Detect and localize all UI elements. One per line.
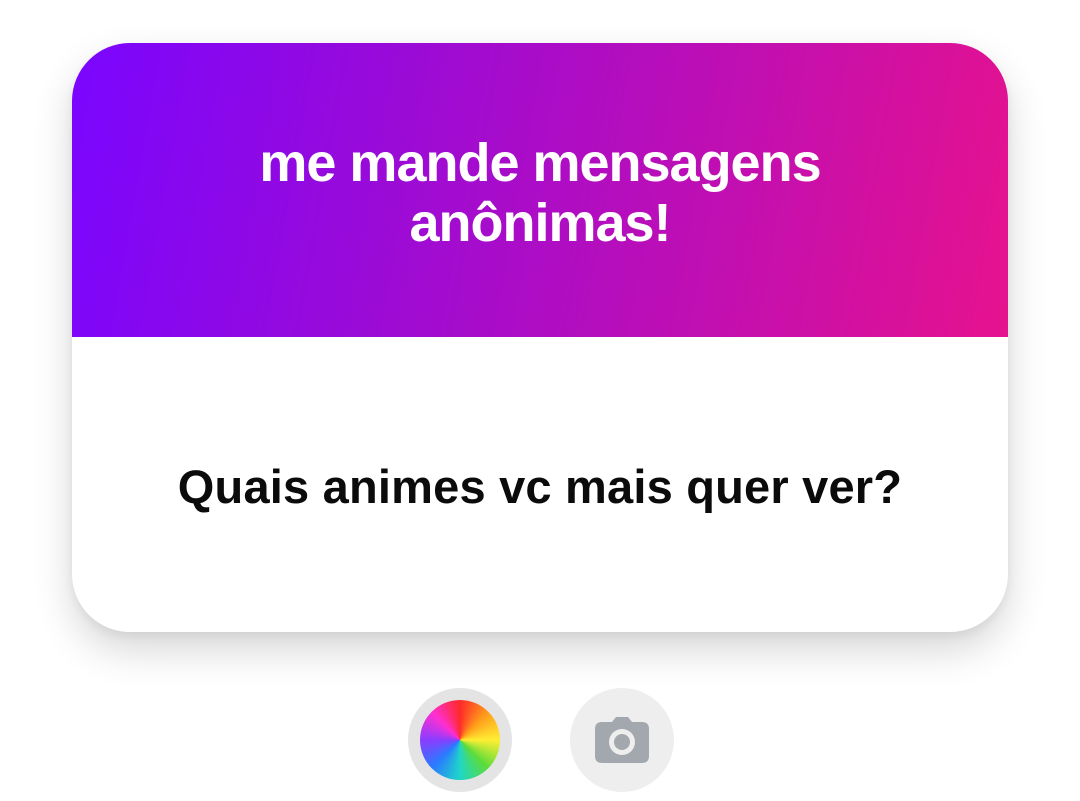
question-text[interactable]: Quais animes vc mais quer ver? xyxy=(178,455,902,514)
color-wheel-icon xyxy=(420,700,500,780)
camera-icon xyxy=(595,717,649,763)
sticker-controls xyxy=(0,688,1080,792)
question-sticker-card[interactable]: me mande mensagens anônimas! Quais anime… xyxy=(72,43,1008,632)
card-body[interactable]: Quais animes vc mais quer ver? xyxy=(72,337,1008,632)
color-picker-button[interactable] xyxy=(408,688,512,792)
camera-button[interactable] xyxy=(570,688,674,792)
card-header: me mande mensagens anônimas! xyxy=(72,43,1008,337)
card-title: me mande mensagens anônimas! xyxy=(259,133,821,253)
